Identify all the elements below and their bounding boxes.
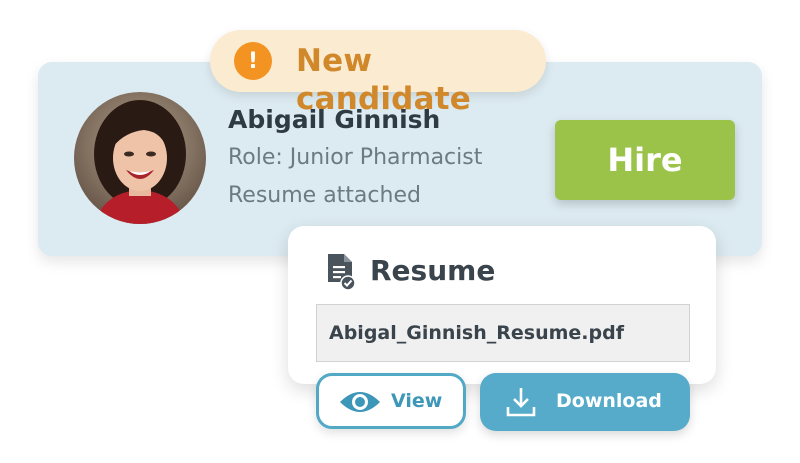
- candidate-name: Abigail Ginnish: [228, 105, 441, 134]
- eye-icon: [340, 392, 380, 412]
- avatar: [74, 92, 206, 224]
- download-label: Download: [556, 390, 662, 412]
- view-label: View: [391, 390, 443, 412]
- view-button[interactable]: View: [316, 373, 466, 429]
- download-icon: [506, 388, 536, 417]
- new-candidate-badge: ! New candidate: [210, 30, 546, 117]
- resume-file-name: Abigal_Ginnish_Resume.pdf: [316, 304, 690, 362]
- hire-button[interactable]: Hire: [555, 120, 735, 200]
- resume-status: Resume attached: [228, 183, 421, 208]
- document-check-icon: [328, 254, 356, 290]
- download-button[interactable]: Download: [480, 373, 690, 431]
- exclamation-icon: !: [234, 42, 272, 80]
- resume-title: Resume: [370, 254, 496, 287]
- candidate-role: Role: Junior Pharmacist: [228, 145, 483, 170]
